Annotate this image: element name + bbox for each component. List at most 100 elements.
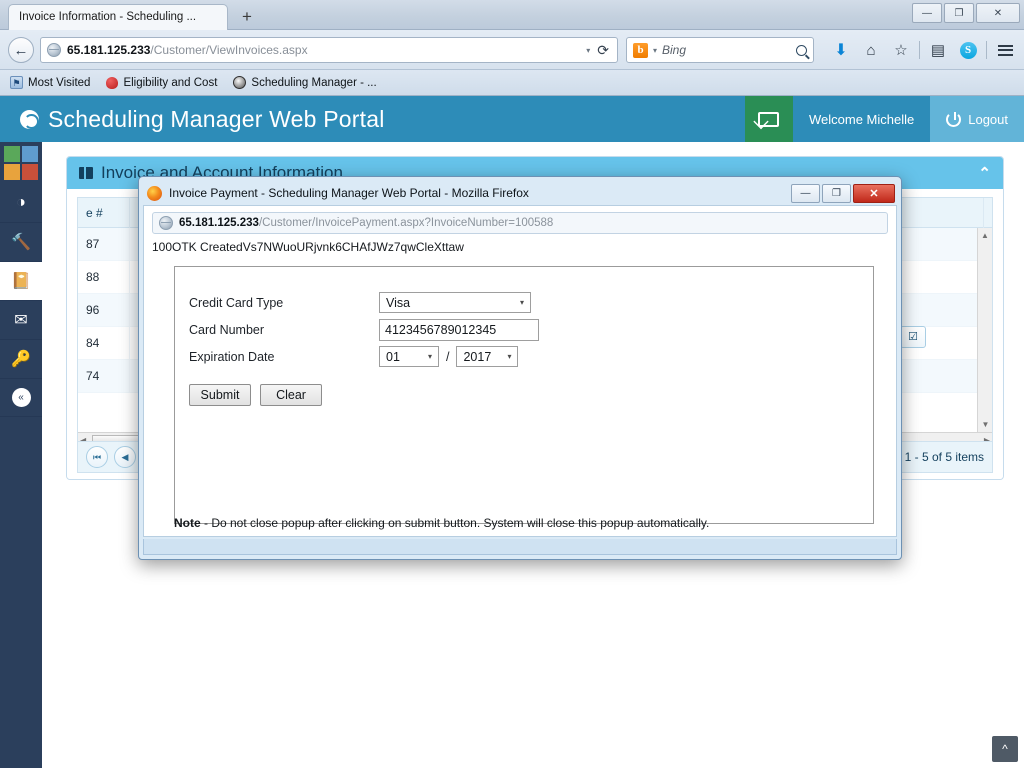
- close-button[interactable]: ✕: [976, 3, 1020, 23]
- column-header-number[interactable]: e #: [78, 197, 130, 228]
- globe-icon: [159, 216, 173, 230]
- firefox-icon: [147, 185, 162, 201]
- back-button[interactable]: ←: [8, 37, 34, 63]
- popup-title: Invoice Payment - Scheduling Manager Web…: [169, 186, 529, 200]
- reload-icon[interactable]: ⟳: [597, 42, 609, 59]
- globe-icon: [47, 43, 61, 57]
- book-icon: 📔: [11, 273, 31, 290]
- chevron-down-icon[interactable]: ▾: [586, 46, 590, 55]
- browser-toolbar-icons: ⬇ ⌂ ☆ ▤ S: [826, 37, 1020, 63]
- card-type-select[interactable]: Visa ▾: [379, 292, 531, 313]
- skype-icon[interactable]: S: [953, 37, 983, 63]
- expiration-separator: /: [446, 349, 450, 364]
- app-header-right: Welcome Michelle Logout: [744, 96, 1024, 142]
- pager-first-button[interactable]: ⏮: [86, 446, 108, 468]
- browser-navbar: ← 65.181.125.233/Customer/ViewInvoices.a…: [0, 30, 1024, 70]
- popup-url-host: 65.181.125.233: [179, 217, 259, 229]
- download-icon[interactable]: ⬇: [826, 37, 856, 63]
- expiration-month-select[interactable]: 01 ▾: [379, 346, 439, 367]
- app-brand: Scheduling Manager Web Portal: [0, 106, 385, 133]
- bookmark-scheduling-manager[interactable]: Scheduling Manager - ...: [233, 76, 377, 89]
- popup-note: Note - Do not close popup after clicking…: [174, 516, 876, 530]
- reading-list-icon[interactable]: ▤: [923, 37, 953, 63]
- address-path: /Customer/ViewInvoices.aspx: [150, 43, 308, 57]
- app-header: Scheduling Manager Web Portal Welcome Mi…: [0, 96, 1024, 142]
- popup-body: 65.181.125.233/Customer/InvoicePayment.a…: [143, 205, 897, 537]
- card-type-value: Visa: [386, 295, 411, 310]
- form-row-card-number: Card Number 4123456789012345: [189, 316, 873, 343]
- search-engine-chevron-icon[interactable]: ▾: [653, 46, 657, 55]
- toolbar-divider: [919, 41, 920, 59]
- popup-titlebar: Invoice Payment - Scheduling Manager Web…: [143, 181, 897, 205]
- chevron-up-double-icon: ^: [1002, 742, 1008, 756]
- sidebar-collapse-button[interactable]: «: [0, 379, 42, 417]
- toolbar-divider-2: [986, 41, 987, 59]
- browser-tab-active[interactable]: Invoice Information - Scheduling ...: [8, 4, 228, 30]
- new-tab-button[interactable]: +: [236, 7, 258, 27]
- home-icon[interactable]: ⌂: [856, 37, 886, 63]
- popup-window-controls: — ❐ ✕: [791, 183, 895, 203]
- form-row-card-type: Credit Card Type Visa ▾: [189, 289, 873, 316]
- search-input[interactable]: Bing: [662, 43, 686, 57]
- address-bar-actions: ▾ ⟳: [586, 42, 611, 59]
- minimize-button[interactable]: —: [912, 3, 942, 23]
- most-visited-icon: ⚑: [10, 76, 23, 89]
- sidebar-item-tools[interactable]: 🔨: [0, 223, 42, 262]
- search-icon[interactable]: [796, 44, 807, 56]
- expiration-year-select[interactable]: 2017 ▾: [456, 346, 519, 367]
- popup-address-bar[interactable]: 65.181.125.233/Customer/InvoicePayment.a…: [152, 212, 888, 234]
- hamburger-bars: [997, 44, 1013, 56]
- menu-hamburger-icon[interactable]: [990, 37, 1020, 63]
- pager-info: 1 - 5 of 5 items: [904, 450, 984, 464]
- otk-token-text: 100OTK CreatedVs7NWuoURjvnk6CHAfJWz7qwCl…: [152, 240, 464, 254]
- scroll-down-icon[interactable]: ▼: [978, 417, 993, 432]
- popup-restore-button[interactable]: ❐: [822, 183, 851, 203]
- messages-button[interactable]: [744, 96, 793, 142]
- pager-prev-button[interactable]: ◀: [114, 446, 136, 468]
- scroll-to-top-button[interactable]: ^: [992, 736, 1018, 762]
- scroll-up-icon[interactable]: ▲: [978, 228, 992, 243]
- chevron-left-icon: «: [11, 388, 31, 407]
- sidebar-item-security[interactable]: 🔑: [0, 340, 42, 379]
- expiration-label: Expiration Date: [189, 349, 275, 364]
- chevron-down-icon: ▾: [427, 352, 432, 361]
- chevron-down-icon: ▾: [507, 352, 512, 361]
- bookmark-eligibility-and-cost[interactable]: Eligibility and Cost: [106, 76, 218, 89]
- cell-number: 88: [78, 260, 130, 294]
- app-logo[interactable]: [0, 142, 42, 184]
- sidebar-item-invoices[interactable]: 📔: [0, 262, 50, 301]
- panel-collapse-icon[interactable]: ⌃: [978, 164, 991, 182]
- bookmark-most-visited[interactable]: ⚑ Most Visited: [10, 76, 90, 89]
- main-window-controls: — ❐ ✕: [912, 3, 1020, 23]
- search-bar[interactable]: b ▾ Bing: [626, 37, 814, 63]
- cell-number: 96: [78, 293, 130, 327]
- bookmark-label: Eligibility and Cost: [123, 76, 218, 89]
- bookmarks-bar: ⚑ Most Visited Eligibility and Cost Sche…: [0, 70, 1024, 96]
- bookmark-label: Most Visited: [28, 76, 91, 89]
- bookmark-label: Scheduling Manager - ...: [251, 76, 377, 89]
- row-select-checkbox[interactable]: ☑: [900, 326, 926, 348]
- chevron-down-icon: ▾: [519, 298, 524, 307]
- sidebar-item-messages[interactable]: ✉: [0, 301, 42, 340]
- cell-number: 84: [78, 326, 130, 360]
- submit-button[interactable]: Submit: [189, 384, 251, 406]
- page-title: Scheduling Manager Web Portal: [48, 105, 385, 132]
- logout-button[interactable]: Logout: [930, 96, 1024, 142]
- sidebar-item-dashboard[interactable]: ◑: [0, 184, 42, 223]
- grid-vertical-scrollbar[interactable]: ▲ ▼: [977, 228, 992, 432]
- form-row-expiration: Expiration Date 01 ▾ / 2017 ▾: [189, 343, 873, 370]
- popup-close-button[interactable]: ✕: [853, 183, 895, 203]
- bookmark-star-icon[interactable]: ☆: [886, 37, 916, 63]
- clear-button[interactable]: Clear: [260, 384, 322, 406]
- address-bar[interactable]: 65.181.125.233/Customer/ViewInvoices.asp…: [40, 37, 618, 63]
- clock-icon: [233, 76, 247, 89]
- card-number-label: Card Number: [189, 322, 265, 337]
- popup-minimize-button[interactable]: —: [791, 183, 820, 203]
- browser-tabstrip: Invoice Information - Scheduling ... +: [0, 0, 1024, 30]
- browser-titlebar: Invoice Information - Scheduling ... + —…: [0, 0, 1024, 30]
- bing-icon[interactable]: b: [633, 42, 648, 58]
- cell-number: 74: [78, 359, 130, 393]
- expiration-month-value: 01: [386, 349, 400, 364]
- restore-button[interactable]: ❐: [944, 3, 974, 23]
- card-number-input[interactable]: 4123456789012345: [379, 318, 539, 341]
